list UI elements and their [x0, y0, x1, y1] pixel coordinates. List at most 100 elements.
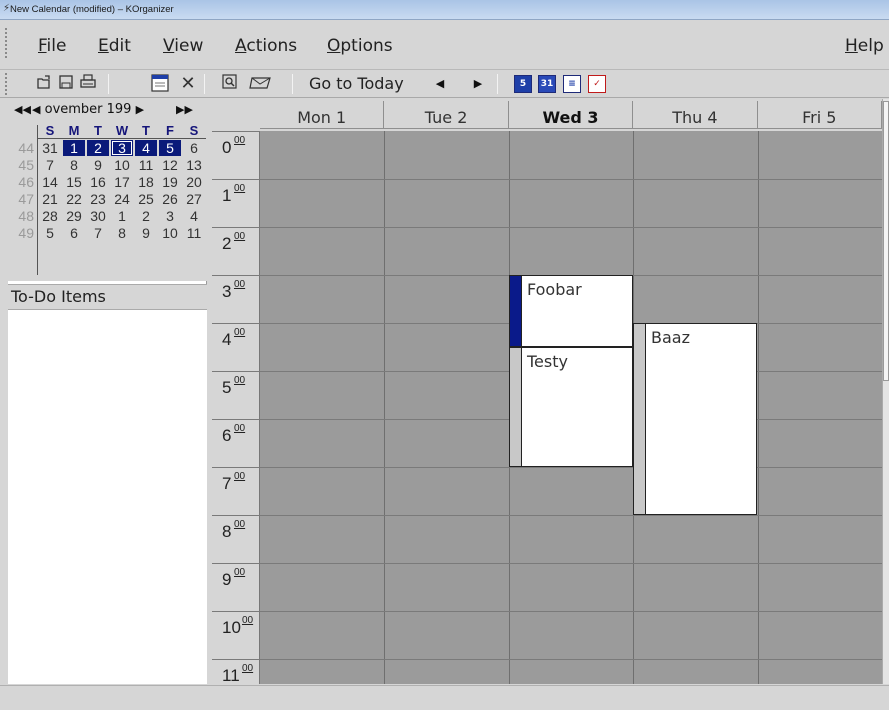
day-cell[interactable]: 3 — [159, 208, 181, 224]
day-cell[interactable]: 8 — [111, 225, 133, 241]
status-bar — [0, 685, 889, 710]
event-title: Foobar — [527, 280, 582, 299]
menu-options[interactable]: Options — [327, 36, 393, 56]
day-cell[interactable]: 6 — [63, 225, 85, 241]
toolbar-separator — [204, 74, 205, 94]
next-button[interactable]: ▶ — [470, 74, 486, 94]
menu-view[interactable]: View — [163, 36, 203, 56]
menubar-grip[interactable] — [5, 28, 10, 58]
day-cell[interactable]: 4 — [135, 140, 157, 156]
day-cell[interactable]: 19 — [159, 174, 181, 190]
day-cell[interactable]: 15 — [63, 174, 85, 190]
menu-bar: File Edit View Actions Options Help — [0, 20, 889, 70]
print-button[interactable] — [78, 74, 98, 94]
previous-month-button[interactable]: ◀ — [32, 103, 40, 116]
day-cell[interactable]: 25 — [135, 191, 157, 207]
week-number[interactable]: 45 — [8, 157, 36, 173]
day-cell[interactable]: 14 — [39, 174, 61, 190]
day-cell[interactable]: 13 — [183, 157, 205, 173]
day-cell[interactable]: 2 — [135, 208, 157, 224]
menu-help[interactable]: Help — [845, 36, 884, 56]
go-to-today-button[interactable]: Go to Today — [309, 73, 404, 95]
day-cell[interactable]: 29 — [63, 208, 85, 224]
day-cell[interactable]: 1 — [63, 140, 85, 156]
left-panel: ◀◀ ◀ ovember 199 ▶ ▶▶ S M T W T F S 44 31 1 2 3 4 5 6 4… — [8, 99, 207, 684]
calendar-event[interactable]: Testy — [509, 347, 633, 467]
hour-gridline — [260, 515, 882, 516]
day-header[interactable]: Mon 1 — [260, 101, 385, 129]
hour-gridline — [260, 659, 882, 660]
day-cell[interactable]: 30 — [87, 208, 109, 224]
day-cell[interactable]: 2 — [87, 140, 109, 156]
day-cell[interactable]: 22 — [63, 191, 85, 207]
todo-list[interactable] — [8, 310, 207, 684]
next-month-button[interactable]: ▶ — [136, 103, 144, 116]
event-color-bar — [634, 324, 646, 514]
day-cell[interactable]: 21 — [39, 191, 61, 207]
calendar-event[interactable]: Baaz — [633, 323, 757, 515]
scrollbar-thumb[interactable] — [883, 101, 889, 381]
delete-button[interactable]: ✕ — [178, 74, 198, 94]
date-navigator: ◀◀ ◀ ovember 199 ▶ ▶▶ S M T W T F S 44 31 1 2 3 4 5 6 4… — [8, 99, 207, 281]
day-cell[interactable]: 11 — [135, 157, 157, 173]
hour-minutes: 00 — [242, 663, 254, 674]
day-header[interactable]: Tue 2 — [384, 101, 509, 129]
week-number[interactable]: 46 — [8, 174, 36, 190]
day-cell[interactable]: 1 — [111, 208, 133, 224]
list-view-button[interactable]: ≡ — [563, 75, 581, 93]
save-button[interactable] — [56, 74, 76, 94]
day-cell[interactable]: 17 — [111, 174, 133, 190]
day-cell[interactable]: 5 — [159, 140, 181, 156]
menu-file[interactable]: File — [38, 36, 66, 56]
day-cell[interactable]: 31 — [39, 140, 61, 156]
day-cell[interactable]: 12 — [159, 157, 181, 173]
day-cell[interactable]: 7 — [87, 225, 109, 241]
day-cell[interactable]: 8 — [63, 157, 85, 173]
open-button[interactable] — [34, 74, 54, 94]
day-cell[interactable]: 5 — [39, 225, 61, 241]
agenda-grid[interactable]: Foobar Testy Baaz — [260, 131, 882, 684]
day-cell[interactable]: 27 — [183, 191, 205, 207]
weekday-header: S — [45, 123, 55, 138]
day-cell[interactable]: 4 — [183, 208, 205, 224]
day-cell[interactable]: 7 — [39, 157, 61, 173]
day-cell[interactable]: 24 — [111, 191, 133, 207]
agenda-scrollbar[interactable] — [882, 99, 889, 684]
hour-number: 6 — [222, 426, 232, 445]
day-cell[interactable]: 23 — [87, 191, 109, 207]
week-number[interactable]: 49 — [8, 225, 36, 241]
week-number[interactable]: 44 — [8, 140, 36, 156]
day-cell[interactable]: 6 — [183, 140, 205, 156]
day-cell[interactable]: 11 — [183, 225, 205, 241]
work-week-view-icon: 5 — [519, 79, 527, 89]
next-year-button[interactable]: ▶▶ — [176, 101, 193, 119]
day-cell[interactable]: 18 — [135, 174, 157, 190]
day-cell[interactable]: 20 — [183, 174, 205, 190]
menu-edit[interactable]: Edit — [98, 36, 131, 56]
find-button[interactable] — [220, 74, 240, 94]
previous-button[interactable]: ◀ — [432, 74, 448, 94]
previous-year-button[interactable]: ◀◀ — [14, 101, 31, 119]
menu-actions[interactable]: Actions — [235, 36, 297, 56]
day-cell[interactable]: 3 — [111, 140, 133, 156]
event-color-bar — [510, 348, 522, 466]
day-cell[interactable]: 26 — [159, 191, 181, 207]
work-week-view-button[interactable]: 5 — [514, 75, 532, 93]
day-cell[interactable]: 10 — [111, 157, 133, 173]
day-cell[interactable]: 28 — [39, 208, 61, 224]
toolbar-grip[interactable] — [5, 73, 10, 95]
week-number[interactable]: 47 — [8, 191, 36, 207]
todo-view-button[interactable]: ✓ — [588, 75, 606, 93]
new-event-button[interactable] — [150, 74, 170, 94]
day-header[interactable]: Wed 3 — [508, 101, 634, 129]
day-header[interactable]: Fri 5 — [757, 101, 882, 129]
month-view-button[interactable]: 31 — [538, 75, 556, 93]
calendar-event[interactable]: Foobar — [509, 275, 633, 347]
day-cell[interactable]: 10 — [159, 225, 181, 241]
week-number[interactable]: 48 — [8, 208, 36, 224]
day-cell[interactable]: 9 — [135, 225, 157, 241]
day-header[interactable]: Thu 4 — [633, 101, 758, 129]
mail-button[interactable] — [248, 74, 274, 94]
day-cell[interactable]: 9 — [87, 157, 109, 173]
day-cell[interactable]: 16 — [87, 174, 109, 190]
